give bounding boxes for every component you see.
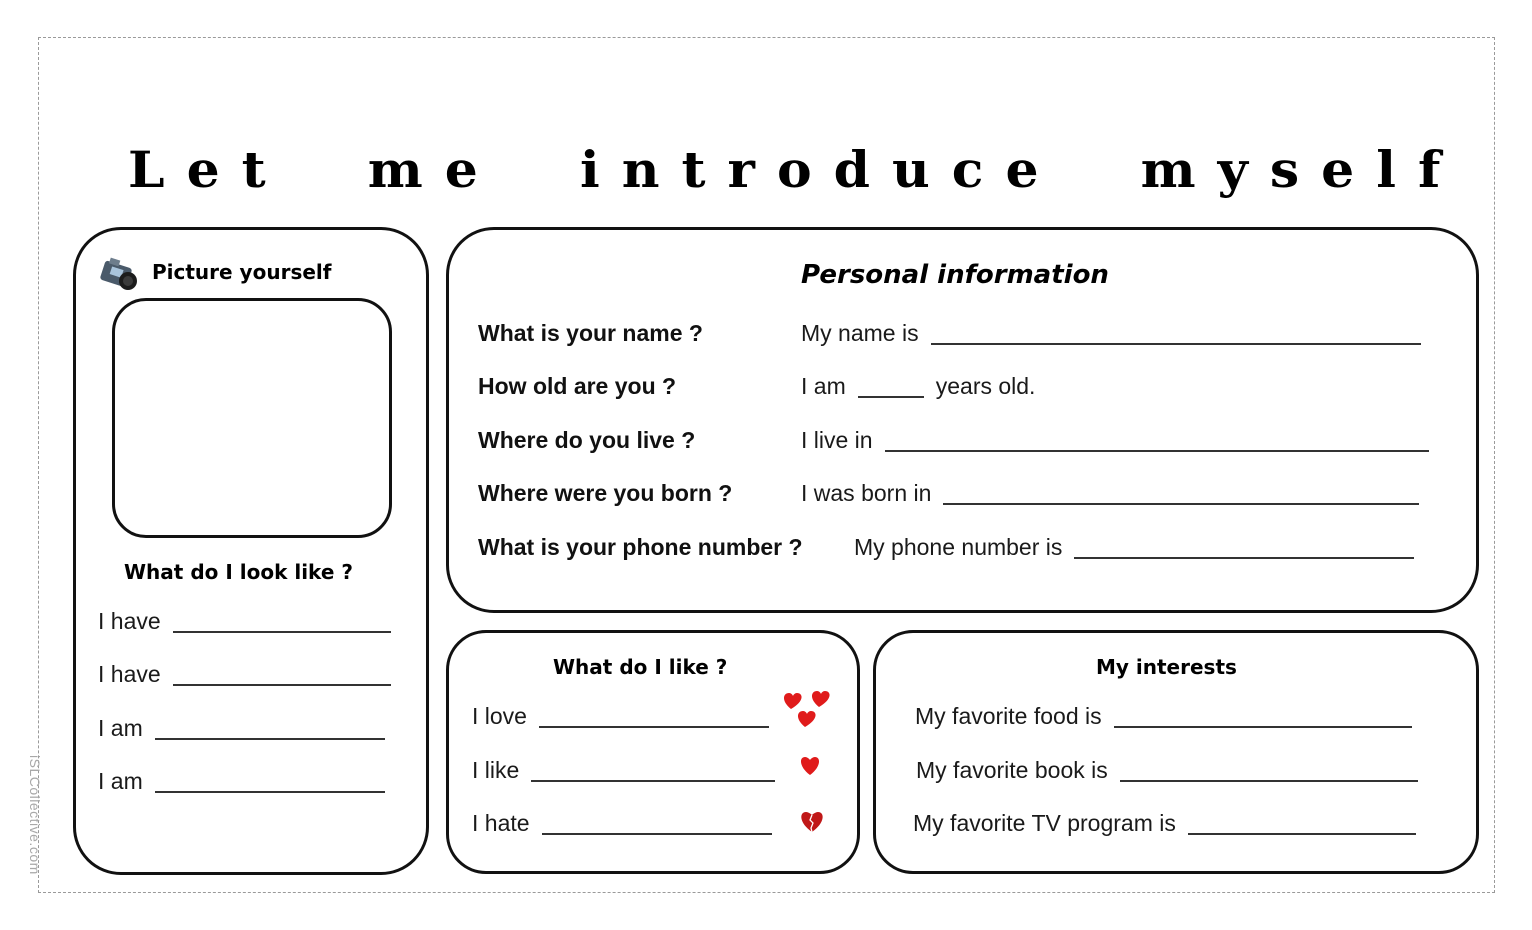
like-line-label: I hate xyxy=(472,810,530,836)
look-line-blank[interactable] xyxy=(172,630,391,633)
like-line-blank[interactable] xyxy=(531,779,776,782)
personal-information-section: Personal information What is your name ?… xyxy=(446,227,1479,613)
question-label: How old are you ? xyxy=(478,373,677,399)
answer-line: I was born in xyxy=(801,480,1420,507)
answer-prefix: I was born in xyxy=(801,480,932,506)
answer-line: My phone number is xyxy=(854,534,1415,561)
answer-blank[interactable] xyxy=(857,395,924,398)
look-heading: What do I look like ? xyxy=(124,560,353,584)
likes-heading: What do I like ? xyxy=(553,655,728,679)
interest-line-blank[interactable] xyxy=(1119,779,1418,782)
answer-prefix: My name is xyxy=(801,320,919,346)
question-label: What is your phone number ? xyxy=(478,534,803,560)
like-line-blank[interactable] xyxy=(538,725,769,728)
answer-line: My name is xyxy=(801,320,1421,347)
personal-heading: Personal information xyxy=(801,260,1109,290)
look-line-label: I am xyxy=(98,768,143,794)
look-line-blank[interactable] xyxy=(172,683,391,686)
answer-blank[interactable] xyxy=(1074,556,1415,559)
look-line: I have xyxy=(98,661,391,688)
interest-line-label: My favorite TV program is xyxy=(913,810,1176,836)
interest-line: My favorite TV program is xyxy=(913,810,1416,837)
interests-section: My interests My favorite food is My favo… xyxy=(873,630,1479,874)
answer-blank[interactable] xyxy=(884,449,1429,452)
answer-suffix: years old. xyxy=(935,373,1036,399)
look-line: I am xyxy=(98,715,385,742)
heart-icon xyxy=(800,757,820,775)
answer-prefix: My phone number is xyxy=(854,534,1063,560)
like-line: I like xyxy=(472,757,776,784)
interest-line-blank[interactable] xyxy=(1187,832,1416,835)
answer-line: I am years old. xyxy=(801,373,1035,400)
look-line: I am xyxy=(98,768,385,795)
answer-blank[interactable] xyxy=(943,502,1420,505)
look-line-label: I have xyxy=(98,661,161,687)
three-hearts-icon xyxy=(784,691,830,727)
broken-heart-icon xyxy=(801,812,823,833)
answer-prefix: I am xyxy=(801,373,846,399)
answer-blank[interactable] xyxy=(930,342,1421,345)
like-line: I love xyxy=(472,703,769,730)
look-line-label: I am xyxy=(98,715,143,741)
interest-line: My favorite book is xyxy=(916,757,1418,784)
interests-heading: My interests xyxy=(1096,655,1237,679)
interest-line-label: My favorite food is xyxy=(915,703,1102,729)
picture-heading: Picture yourself xyxy=(152,260,332,284)
look-line-blank[interactable] xyxy=(154,737,385,740)
look-line: I have xyxy=(98,608,391,635)
camera-icon xyxy=(100,257,137,290)
look-line-blank[interactable] xyxy=(154,790,385,793)
question-label: What is your name ? xyxy=(478,320,703,346)
worksheet-title: Let me introduce myself xyxy=(128,141,1463,200)
like-line-blank[interactable] xyxy=(541,832,772,835)
likes-section: What do I like ? I love I like I hate xyxy=(446,630,860,874)
photo-frame[interactable] xyxy=(112,298,392,538)
like-line: I hate xyxy=(472,810,772,837)
picture-section: Picture yourself What do I look like ? I… xyxy=(73,227,429,875)
question-label: Where were you born ? xyxy=(478,480,733,506)
interest-line-label: My favorite book is xyxy=(916,757,1108,783)
interest-line-blank[interactable] xyxy=(1113,725,1412,728)
like-line-label: I like xyxy=(472,757,520,783)
interest-line: My favorite food is xyxy=(915,703,1412,730)
question-label: Where do you live ? xyxy=(478,427,696,453)
like-line-label: I love xyxy=(472,703,527,729)
watermark: iSLCollective.com xyxy=(27,755,43,875)
look-line-label: I have xyxy=(98,608,161,634)
answer-line: I live in xyxy=(801,427,1429,454)
answer-prefix: I live in xyxy=(801,427,873,453)
